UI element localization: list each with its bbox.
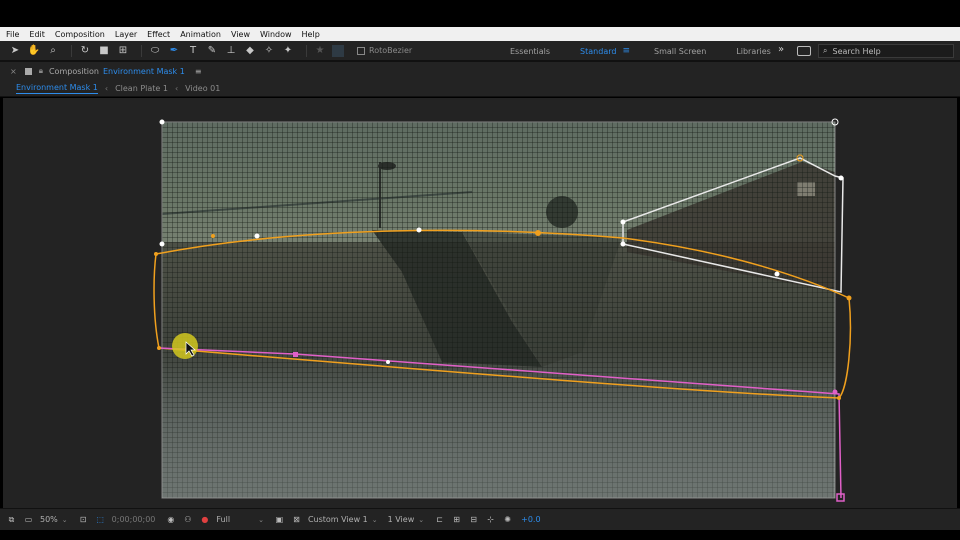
lock-icon[interactable]: 🔒︎ [39,66,43,76]
ellipse-tool-icon[interactable]: ⬭ [148,44,162,58]
current-time[interactable]: 0;00;00;00 [112,515,156,524]
viewer-status-bar: ⧉ ▭ 50% ⌄ ⊡ ⬚ 0;00;00;00 ◉ ⚇ ● Full ⌄ ▣ … [0,508,960,530]
safe-margins-icon[interactable]: ⊡ [78,514,89,525]
breadcrumb-clean-plate[interactable]: Clean Plate 1 [115,84,168,93]
always-preview-icon[interactable]: ⧉ [6,514,17,525]
search-icon: ⌕ [823,46,828,55]
toolbar-divider [141,44,142,57]
menu-effect[interactable]: Effect [147,30,170,39]
region-of-interest-icon[interactable]: ▣ [274,514,285,525]
puppet-pin-tool-icon[interactable]: ✦ [281,44,295,58]
tools-toolbar: ➤ ✋ ⌕ ↻ ■ ⊞ ⬭ ✒ T ✎ ⊥ ◆ ✧ ✦ ★ RotoBezier… [0,41,960,61]
keyboard-shortcuts-icon[interactable] [797,46,811,56]
view-layout[interactable]: 1 View [388,515,415,524]
menu-layer[interactable]: Layer [115,30,137,39]
hand-tool-icon[interactable]: ✋ [27,44,41,58]
roto-brush-tool-icon[interactable]: ✧ [262,44,276,58]
orange-mask-path [153,229,852,399]
rotate-tool-icon[interactable]: ↻ [78,44,92,58]
zoom-tool-icon[interactable]: ⌕ [46,44,60,58]
eraser-tool-icon[interactable]: ◆ [243,44,257,58]
search-help-placeholder: Search Help [832,46,881,56]
close-panel-icon[interactable]: × [10,67,17,76]
star-icon: ★ [315,44,325,56]
bottom-black-strip [0,530,960,540]
panel-composition-name[interactable]: Environment Mask 1 [103,67,185,76]
panel-menu-icon[interactable]: ≡ [195,67,202,76]
rotobezier-label: RotoBezier [369,46,413,55]
more-workspaces-icon[interactable]: » [778,44,784,55]
camera-tool-icon[interactable]: ■ [97,44,111,58]
chevron-down-icon[interactable]: ⌄ [62,516,68,524]
toolbar-divider [71,44,72,57]
chevron-down-icon[interactable]: ⌄ [372,516,378,524]
toggle-pixel-aspect-icon[interactable]: ⊏ [434,514,445,525]
menu-help[interactable]: Help [302,30,320,39]
white-mask-path [622,157,844,293]
menu-edit[interactable]: Edit [29,30,45,39]
fill-swatch-icon [332,44,344,57]
pen-tool-icon[interactable]: ✒ [167,44,181,58]
composition-breadcrumb: Environment Mask 1 ‹ Clean Plate 1 ‹ Vid… [0,80,960,97]
breadcrumb-environment-mask[interactable]: Environment Mask 1 [16,83,98,94]
chevron-left-icon: ‹ [174,83,179,93]
type-tool-icon[interactable]: T [186,44,200,58]
resolution-value[interactable]: Full [216,515,230,524]
toolbar-divider [306,44,307,57]
layer-bounds-outline [161,121,836,499]
view-selector[interactable]: Custom View 1 [308,515,368,524]
workspace-menu-icon[interactable]: ≡ [622,46,630,56]
mask-visibility-icon[interactable]: ⬚ [95,514,106,525]
menu-animation[interactable]: Animation [180,30,221,39]
mask-paths-overlay[interactable] [3,98,957,508]
transparency-grid-icon[interactable]: ⊠ [291,514,302,525]
pan-behind-tool-icon[interactable]: ⊞ [116,44,130,58]
rotobezier-checkbox[interactable] [357,46,365,55]
chevron-left-icon: ‹ [104,83,109,93]
fast-previews-icon[interactable]: ⊞ [451,514,462,525]
show-snapshot-icon[interactable]: ⚇ [182,514,193,525]
workspace-switcher: Essentials Standard ≡ Small Screen Libra… [510,41,801,61]
selection-tool-icon[interactable]: ➤ [8,44,22,58]
exposure-icon[interactable]: ✺ [502,514,513,525]
menu-composition[interactable]: Composition [55,30,105,39]
menu-window[interactable]: Window [260,30,292,39]
snapshot-icon[interactable]: ◉ [165,514,176,525]
composition-viewer[interactable] [3,98,957,508]
workspace-essentials[interactable]: Essentials [510,47,550,56]
panel-type-label: Composition [48,66,99,76]
composition-panel-header: × 🔒︎ Composition Environment Mask 1 ≡ [0,61,960,80]
timeline-icon[interactable]: ⊟ [468,514,479,525]
flowchart-icon[interactable]: ⊹ [485,514,496,525]
workspace-libraries[interactable]: Libraries [736,47,771,56]
menu-file[interactable]: File [6,30,19,39]
workspace-small-screen[interactable]: Small Screen [654,47,706,56]
breadcrumb-video[interactable]: Video 01 [185,84,220,93]
menu-view[interactable]: View [231,30,250,39]
chevron-down-icon[interactable]: ⌄ [258,516,264,524]
brush-tool-icon[interactable]: ✎ [205,44,219,58]
top-black-strip [0,0,960,27]
pink-mask-path [158,347,842,499]
panel-color-icon [24,67,32,75]
monitor-icon[interactable]: ▭ [23,514,34,525]
search-help-field[interactable]: ⌕ Search Help [818,44,954,58]
chevron-down-icon[interactable]: ⌄ [418,516,424,524]
exposure-value[interactable]: +0.0 [521,515,540,524]
clone-stamp-tool-icon[interactable]: ⊥ [224,44,238,58]
color-channel-icon[interactable]: ● [199,514,210,525]
rotobezier-option[interactable]: RotoBezier [357,46,412,55]
menu-bar: File Edit Composition Layer Effect Anima… [0,27,960,41]
workspace-standard[interactable]: Standard [580,47,616,56]
magnification-value[interactable]: 50% [40,515,58,524]
